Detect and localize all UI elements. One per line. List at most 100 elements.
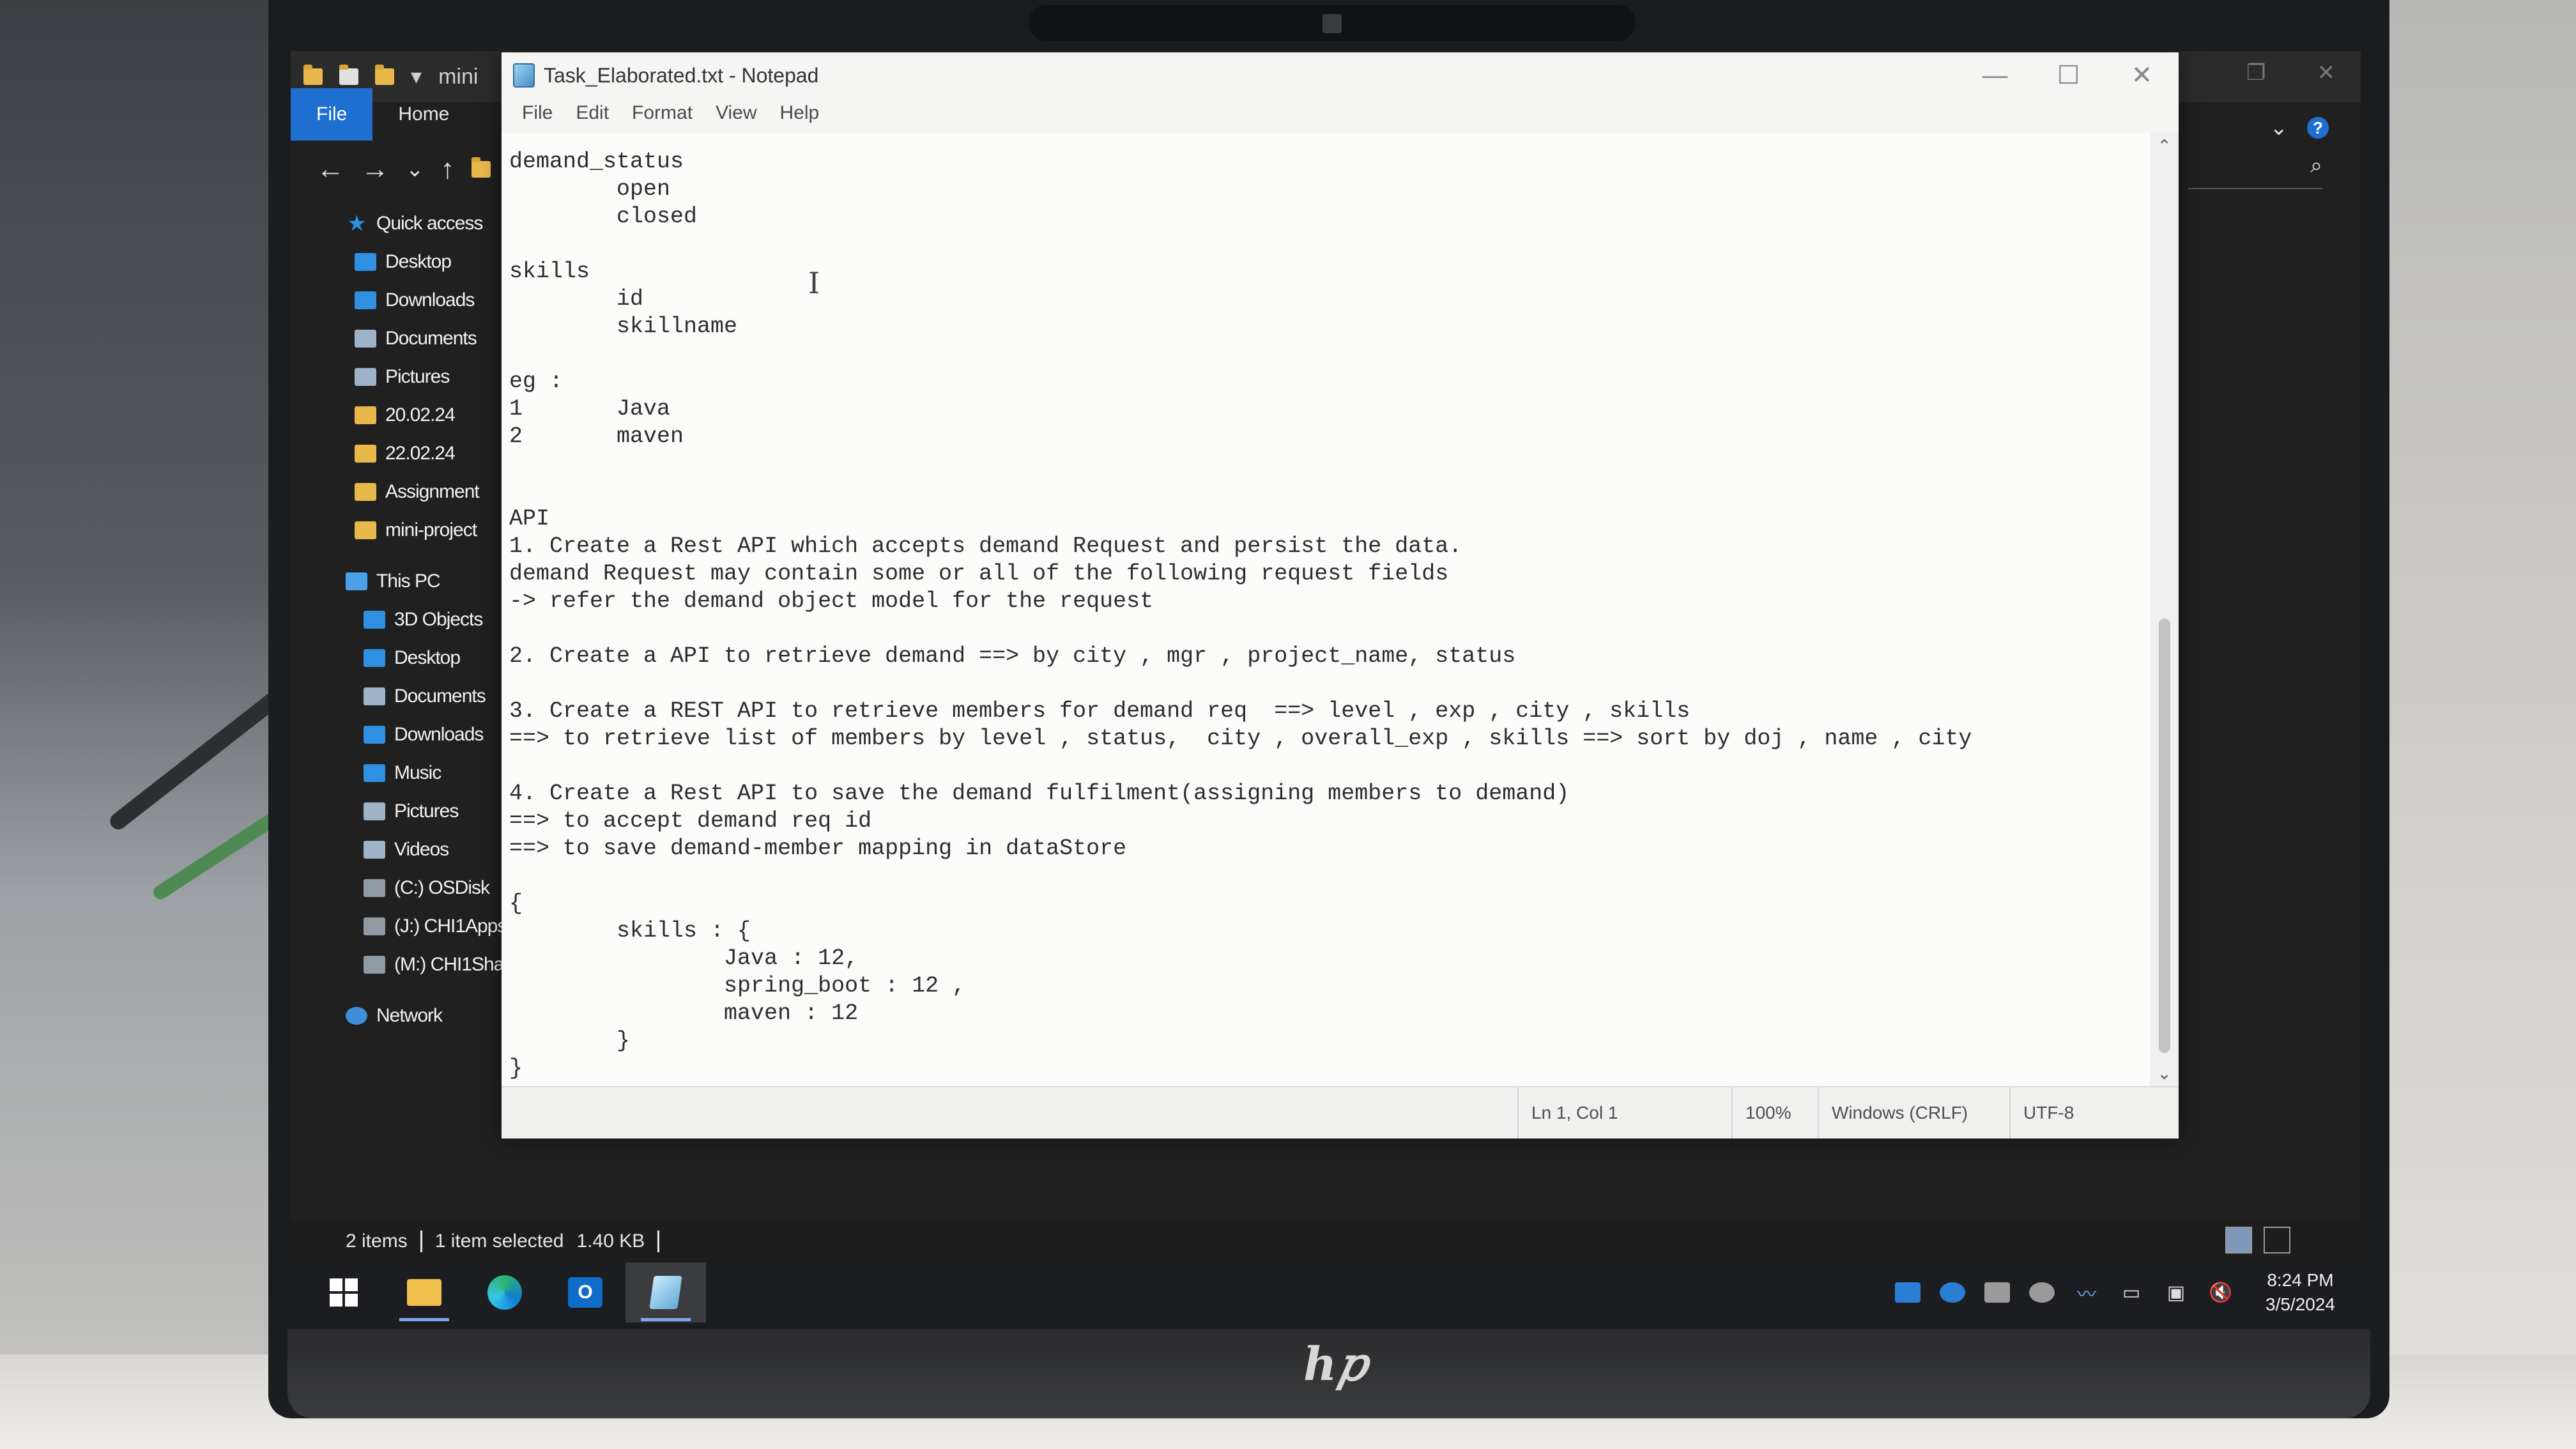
explorer-status-bar: 2 items 1 item selected 1.40 KB xyxy=(291,1220,2361,1262)
sidebar-item-this-pc[interactable]: This PC xyxy=(323,562,508,601)
desktop-icon xyxy=(355,253,376,271)
sidebar-item-chi1share[interactable]: (M:) CHI1Sha xyxy=(323,946,508,984)
scroll-down-icon[interactable]: ⌄ xyxy=(2150,1061,2179,1086)
new-folder-icon[interactable] xyxy=(375,65,394,85)
network-icon[interactable]: ▣ xyxy=(2163,1282,2189,1303)
sidebar-item-label: Desktop xyxy=(385,251,452,272)
status-divider xyxy=(657,1230,660,1252)
scroll-up-icon[interactable]: ⌃ xyxy=(2150,133,2179,158)
i-beam-cursor-icon: I xyxy=(808,266,820,300)
sidebar-item-chi1apps[interactable]: (J:) CHI1Apps xyxy=(323,907,508,946)
menu-help[interactable]: Help xyxy=(770,102,830,124)
sidebar-item-folder-22-02-24[interactable]: 22.02.24 xyxy=(323,434,508,473)
webcam-icon xyxy=(1322,14,1342,33)
sidebar-item-label: Pictures xyxy=(385,366,450,387)
up-arrow-icon[interactable]: ↑ xyxy=(441,153,455,185)
3d-objects-icon xyxy=(364,611,385,629)
sidebar-item-music[interactable]: Music xyxy=(323,754,508,792)
clock-date: 3/5/2024 xyxy=(2266,1294,2335,1314)
explorer-window-controls: ❐ ✕ xyxy=(2246,60,2335,86)
folder-icon xyxy=(471,157,491,178)
sidebar-item-osdisk[interactable]: (C:) OSDisk xyxy=(323,869,508,907)
sidebar-item-label: 22.02.24 xyxy=(385,443,456,464)
taskbar-outlook[interactable]: O xyxy=(545,1262,625,1322)
start-button[interactable] xyxy=(303,1262,384,1322)
menu-format[interactable]: Format xyxy=(622,102,703,124)
minimize-icon[interactable]: — xyxy=(1958,52,2032,98)
document-text[interactable]: demand_status open closed skills id skil… xyxy=(509,148,1972,1082)
edge-icon xyxy=(487,1275,522,1310)
battery-icon[interactable]: ▭ xyxy=(2119,1282,2144,1303)
sidebar-item-pc-downloads[interactable]: Downloads xyxy=(323,716,508,754)
zoom-level: 100% xyxy=(1731,1087,1791,1138)
tab-home[interactable]: Home xyxy=(372,88,475,141)
menu-view[interactable]: View xyxy=(705,102,767,124)
clock[interactable]: 8:24 PM 3/5/2024 xyxy=(2253,1268,2335,1317)
volume-muted-icon[interactable]: 🔇 xyxy=(2208,1282,2234,1303)
sidebar-item-label: mini-project xyxy=(385,519,477,540)
selection-size: 1.40 KB xyxy=(576,1230,645,1252)
back-arrow-icon[interactable]: ← xyxy=(316,153,344,185)
remote-desktop-icon[interactable] xyxy=(1895,1282,1920,1303)
sidebar-item-pc-documents[interactable]: Documents xyxy=(323,677,508,716)
network-drive-icon xyxy=(364,956,385,974)
file-explorer-icon xyxy=(407,1279,441,1306)
details-view-icon[interactable] xyxy=(2225,1227,2252,1254)
taskbar: O 〰 ▭ ▣ 🔇 8:24 PM 3/5/2024 xyxy=(291,1262,2361,1322)
clock-time: 8:24 PM xyxy=(2267,1270,2334,1290)
folder-icon xyxy=(355,483,376,501)
teams-icon[interactable] xyxy=(1940,1282,1965,1303)
properties-icon[interactable] xyxy=(339,65,358,85)
taskbar-file-explorer[interactable] xyxy=(384,1262,464,1322)
text-editor-area[interactable]: demand_status open closed skills id skil… xyxy=(502,133,2150,1086)
sidebar-item-assignment[interactable]: Assignment xyxy=(323,473,508,511)
notepad-window: Task_Elaborated.txt - Notepad — ☐ ✕ File… xyxy=(502,52,2179,1138)
sidebar-item-folder-20-02-24[interactable]: 20.02.24 xyxy=(323,396,508,434)
large-icons-view-icon[interactable] xyxy=(2264,1227,2290,1254)
performance-icon[interactable]: 〰 xyxy=(2074,1282,2099,1305)
explorer-title: mini xyxy=(438,64,479,89)
desktop-icon xyxy=(364,649,385,667)
recent-locations-icon[interactable]: ⌄ xyxy=(406,157,424,182)
item-count: 2 items xyxy=(346,1230,408,1252)
help-icon[interactable]: ? xyxy=(2307,117,2329,139)
restore-icon[interactable]: ❐ xyxy=(2246,60,2266,86)
sidebar-item-label: This PC xyxy=(376,571,441,592)
taskbar-notepad[interactable] xyxy=(625,1262,706,1322)
sidebar-item-downloads[interactable]: Downloads xyxy=(323,281,508,319)
chevron-down-icon[interactable]: ⌄ xyxy=(2270,115,2288,141)
sidebar-item-pictures[interactable]: Pictures xyxy=(323,358,508,396)
download-icon xyxy=(364,726,385,744)
sidebar-item-pc-desktop[interactable]: Desktop xyxy=(323,639,508,677)
sidebar-item-pc-pictures[interactable]: Pictures xyxy=(323,792,508,831)
navigation-pane: ★ Quick access Desktop Downloads Documen… xyxy=(323,204,508,1112)
vertical-scrollbar[interactable]: ⌃ ⌄ xyxy=(2150,133,2179,1086)
webcam-bar xyxy=(1029,5,1636,41)
security-shield-icon[interactable] xyxy=(1984,1282,2010,1303)
quick-access-dropdown-icon[interactable]: ▾ xyxy=(411,64,422,89)
sidebar-item-3d-objects[interactable]: 3D Objects xyxy=(323,601,508,639)
star-icon: ★ xyxy=(347,211,366,236)
vpn-icon[interactable] xyxy=(2029,1282,2055,1303)
search-icon[interactable]: ⌕ xyxy=(2188,153,2322,189)
sidebar-item-desktop[interactable]: Desktop xyxy=(323,243,508,281)
window-title: Task_Elaborated.txt - Notepad xyxy=(544,63,819,87)
taskbar-edge[interactable] xyxy=(464,1262,545,1322)
maximize-icon[interactable]: ☐ xyxy=(2032,52,2105,98)
explorer-nav: ← → ⌄ ↑ xyxy=(291,141,502,198)
sidebar-item-videos[interactable]: Videos xyxy=(323,831,508,869)
scrollbar-thumb[interactable] xyxy=(2159,618,2170,1053)
sidebar-item-mini-project[interactable]: mini-project xyxy=(323,511,508,549)
screen: ▾ mini ❐ ✕ File Home ⌄ ? ← → ⌄ ↑ ⌕ ★ Qui… xyxy=(291,51,2361,1322)
system-tray: 〰 ▭ ▣ 🔇 8:24 PM 3/5/2024 xyxy=(1895,1262,2335,1322)
forward-arrow-icon[interactable]: → xyxy=(361,153,389,185)
menu-edit[interactable]: Edit xyxy=(565,102,619,124)
sidebar-item-quick-access[interactable]: ★ Quick access xyxy=(323,204,508,243)
close-icon[interactable]: ✕ xyxy=(2317,60,2336,86)
tab-file[interactable]: File xyxy=(291,88,373,141)
menu-file[interactable]: File xyxy=(512,102,563,124)
close-icon[interactable]: ✕ xyxy=(2105,52,2179,98)
notepad-titlebar: Task_Elaborated.txt - Notepad xyxy=(502,52,2179,98)
sidebar-item-network[interactable]: Network xyxy=(323,997,508,1035)
sidebar-item-documents[interactable]: Documents xyxy=(323,319,508,358)
